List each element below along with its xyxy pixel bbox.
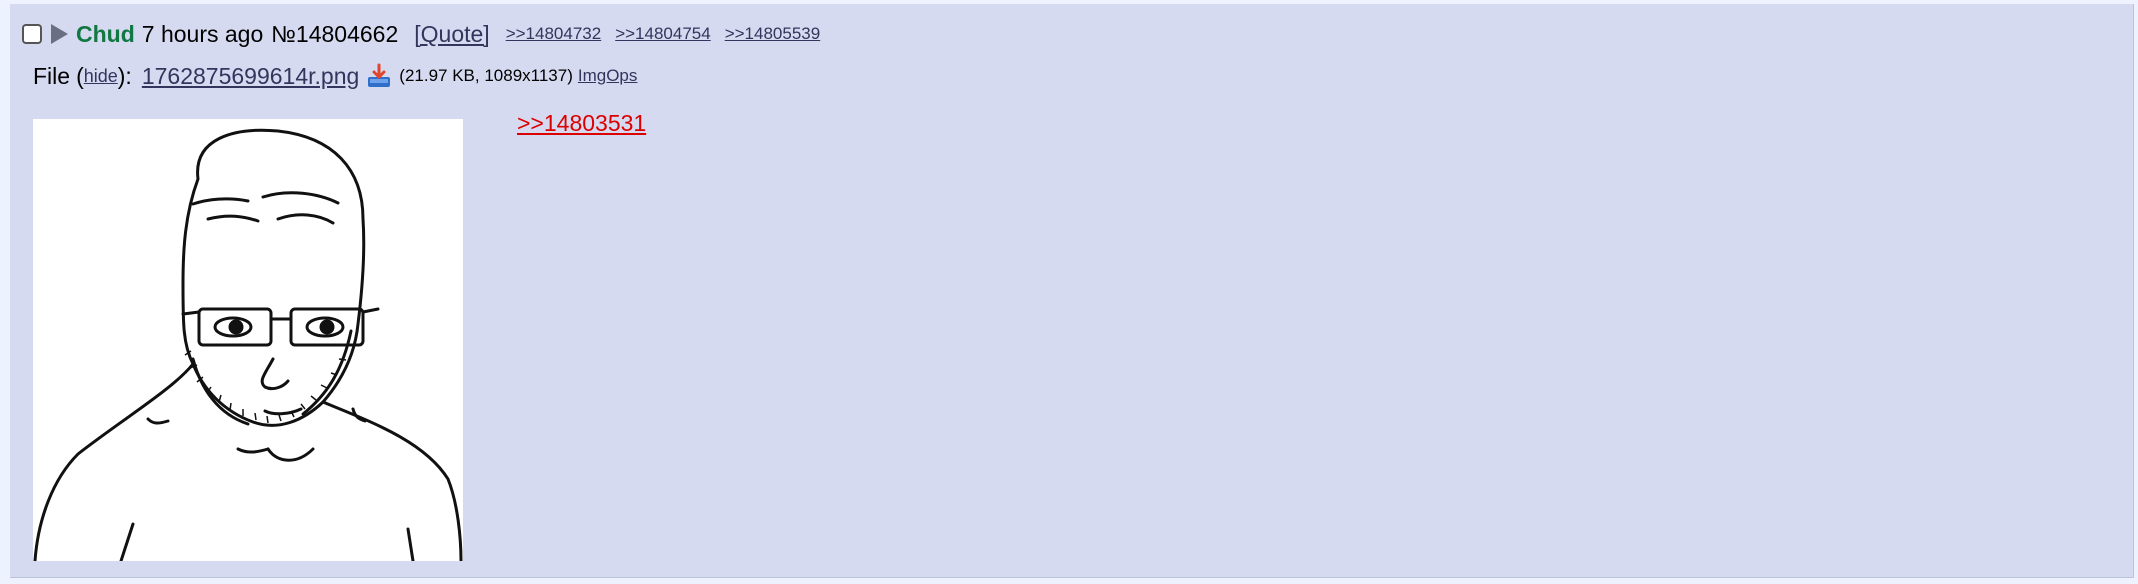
download-icon[interactable] <box>367 63 391 89</box>
file-size-dimensions: (21.97 KB, 1089x1137) <box>399 66 573 85</box>
quote-link[interactable]: >>14803531 <box>517 110 646 136</box>
post-menu-triangle-right-icon[interactable] <box>51 24 68 44</box>
bearded-man-with-glasses-drawing <box>33 128 463 561</box>
file-label: File <box>33 62 71 89</box>
quote-button[interactable]: [Quote] <box>414 21 489 48</box>
backlink[interactable]: >>14804732 <box>506 24 602 44</box>
post-date: 7 hours ago <box>141 20 264 47</box>
post-body-text <box>517 137 2057 191</box>
post-message: >>14803531 <box>517 110 2057 191</box>
post-select-checkbox[interactable] <box>22 24 42 44</box>
backlink[interactable]: >>14805539 <box>725 24 821 44</box>
poster-name: Chud <box>76 20 135 47</box>
backlink[interactable]: >>14804754 <box>615 24 711 44</box>
post-info: Chud 7 hours ago №14804662 [Quote] >>148… <box>22 16 834 52</box>
post-image-thumbnail[interactable] <box>33 119 463 561</box>
reply-post: Chud 7 hours ago №14804662 [Quote] >>148… <box>10 4 2134 578</box>
filename-link[interactable]: 1762875699614r.png <box>142 63 359 90</box>
hide-file-link[interactable]: hide <box>84 66 118 87</box>
imgops-link[interactable]: ImgOps <box>578 66 638 86</box>
paren-open: ( <box>76 62 84 89</box>
file-info: File ( hide ): 1762875699614r.png (21.97… <box>33 60 637 92</box>
paren-close: ): <box>117 62 132 89</box>
post-number[interactable]: №14804662 <box>271 21 398 48</box>
